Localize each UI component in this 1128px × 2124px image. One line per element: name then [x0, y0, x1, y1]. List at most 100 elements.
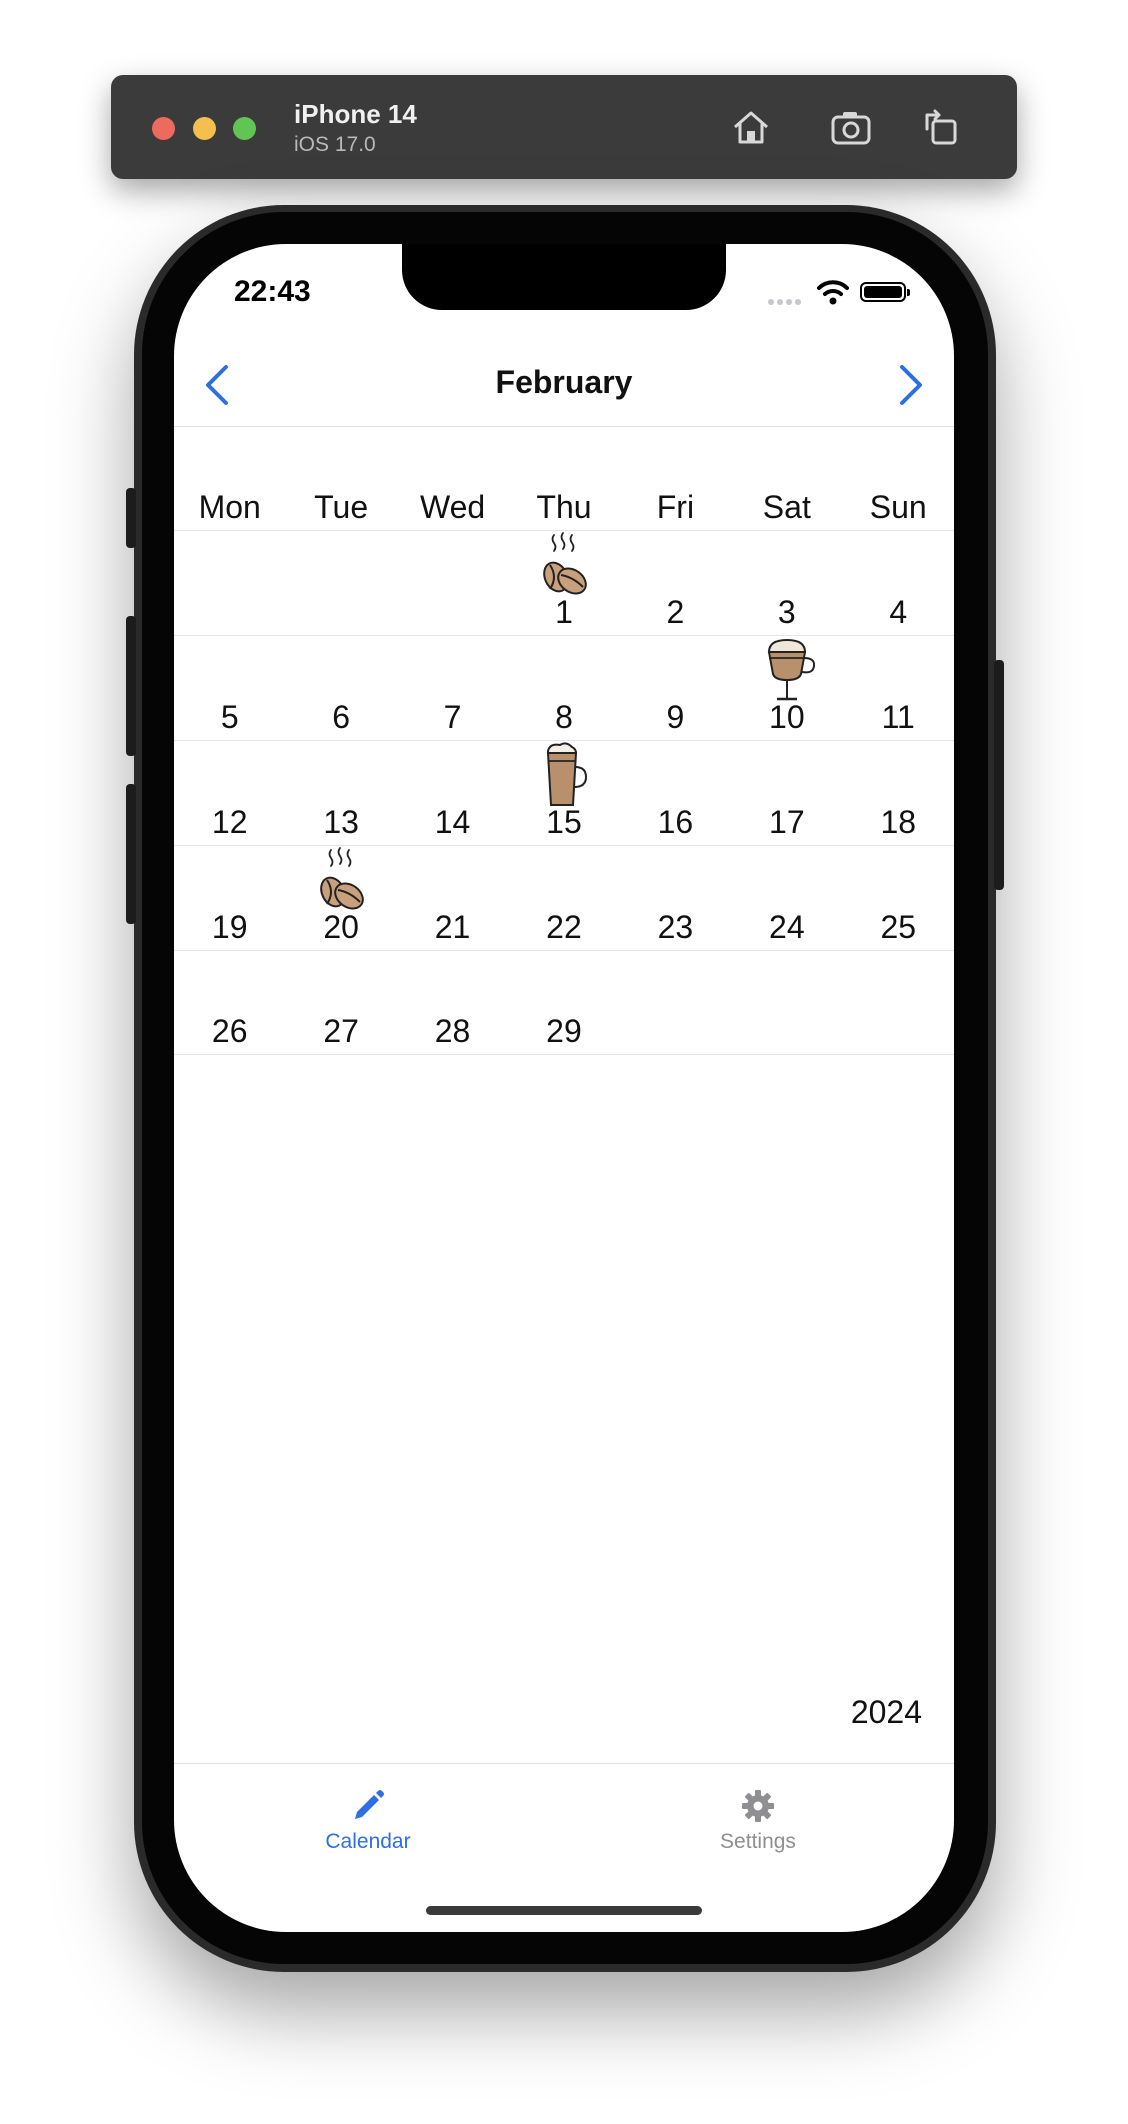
calendar-day-cell[interactable]: 23 — [620, 846, 731, 950]
coffee-beans-icon — [313, 846, 369, 914]
screenshot-icon[interactable] — [829, 105, 873, 149]
tab-label: Settings — [720, 1830, 796, 1853]
day-number: 27 — [323, 1013, 359, 1049]
month-navigation: February — [174, 344, 954, 427]
calendar-day-cell[interactable]: 6 — [285, 636, 396, 740]
calendar-day-cell[interactable]: 28 — [397, 951, 508, 1054]
weekday-label: Thu — [536, 489, 592, 525]
calendar-day-cell[interactable]: 14 — [397, 741, 508, 845]
day-number: 15 — [546, 804, 582, 840]
day-number: 23 — [657, 909, 694, 945]
calendar-day-cell[interactable]: 12 — [174, 741, 285, 845]
calendar-day-cell[interactable]: 15 — [508, 741, 619, 845]
calendar-day-cell[interactable]: 29 — [508, 951, 619, 1054]
calendar-week-row: 1 2 3 4 — [174, 530, 954, 635]
day-number: 22 — [546, 909, 582, 945]
calendar-day-cell[interactable]: 5 — [174, 636, 285, 740]
calendar-day-cell[interactable]: 18 — [843, 741, 954, 845]
day-number: 9 — [666, 699, 685, 735]
calendar-day-cell[interactable]: 8 — [508, 636, 619, 740]
day-number: 13 — [323, 804, 359, 840]
calendar-week-row: 19 20 21 22 23 24 25 — [174, 845, 954, 950]
phone-screen: 22:43 February Mon Tue Wed Thu Fri Sat S… — [174, 244, 954, 1932]
calendar-day-cell[interactable]: 13 — [285, 741, 396, 845]
calendar-day-cell[interactable]: 26 — [174, 951, 285, 1054]
calendar-day-cell[interactable]: 21 — [397, 846, 508, 950]
calendar-day-cell[interactable]: 11 — [843, 636, 954, 740]
calendar-empty-cell — [843, 951, 954, 1054]
tab-calendar[interactable]: Calendar — [268, 1774, 468, 1874]
calendar-day-cell[interactable]: 3 — [731, 531, 842, 635]
calendar-day-cell[interactable]: 24 — [731, 846, 842, 950]
coffee-beans-icon — [536, 531, 592, 599]
minimize-window-button[interactable] — [193, 117, 216, 140]
calendar-day-cell[interactable]: 19 — [174, 846, 285, 950]
calendar-empty-cell — [397, 531, 508, 635]
day-number: 4 — [889, 594, 908, 630]
chevron-right-icon — [900, 365, 922, 405]
simulator-toolbar: iPhone 14 iOS 17.0 — [111, 75, 1017, 179]
day-number: 21 — [434, 909, 471, 945]
tab-label: Calendar — [325, 1830, 411, 1853]
weekday-label: Sat — [762, 489, 811, 525]
calendar-empty-cell — [285, 531, 396, 635]
wifi-icon — [816, 278, 850, 306]
calendar-week-row: 26 27 28 29 — [174, 950, 954, 1055]
irish-coffee-glass-icon — [759, 636, 815, 704]
side-button — [994, 660, 1004, 890]
latte-glass-icon — [536, 741, 592, 809]
next-month-button[interactable] — [884, 358, 938, 412]
status-time: 22:43 — [234, 275, 311, 308]
close-window-button[interactable] — [152, 117, 175, 140]
calendar-empty-cell — [174, 531, 285, 635]
day-number: 7 — [443, 699, 462, 735]
day-number: 11 — [881, 699, 915, 735]
day-number: 12 — [211, 804, 248, 840]
day-number: 6 — [332, 699, 351, 735]
day-number: 28 — [434, 1013, 471, 1049]
cellular-signal-icon — [768, 292, 804, 310]
calendar-week-row: 5 6 7 8 9 10 11 — [174, 635, 954, 740]
calendar-day-cell[interactable]: 27 — [285, 951, 396, 1054]
calendar-day-cell[interactable]: 2 — [620, 531, 731, 635]
day-number: 3 — [777, 594, 796, 630]
day-number: 26 — [211, 1013, 248, 1049]
calendar-day-cell[interactable]: 22 — [508, 846, 619, 950]
month-title: February — [495, 364, 633, 400]
device-name: iPhone 14 — [294, 99, 417, 129]
day-number: 10 — [769, 699, 805, 735]
calendar-day-cell[interactable]: 4 — [843, 531, 954, 635]
calendar-day-cell[interactable]: 10 — [731, 636, 842, 740]
os-version: iOS 17.0 — [294, 133, 376, 156]
zoom-window-button[interactable] — [233, 117, 256, 140]
day-number: 19 — [211, 909, 248, 945]
day-number: 25 — [880, 909, 917, 945]
tab-settings[interactable]: Settings — [658, 1774, 858, 1874]
calendar-day-cell[interactable]: 17 — [731, 741, 842, 845]
rotate-icon[interactable] — [919, 105, 963, 149]
calendar-day-cell[interactable]: 16 — [620, 741, 731, 845]
volume-up-button — [126, 616, 136, 756]
weekday-label: Fri — [656, 489, 695, 525]
calendar-day-cell[interactable]: 20 — [285, 846, 396, 950]
calendar-day-cell[interactable]: 7 — [397, 636, 508, 740]
calendar-day-cell[interactable]: 9 — [620, 636, 731, 740]
calendar-grid: 1 2 3 4 5 6 7 8 9 10 11 12 13 14 15 16 17 18 19 20 21 22 23 24 2… — [174, 530, 954, 1055]
day-number: 24 — [769, 909, 805, 945]
calendar-day-cell[interactable]: 25 — [843, 846, 954, 950]
day-number: 2 — [666, 594, 685, 630]
status-icons — [768, 278, 918, 306]
day-number: 8 — [555, 699, 573, 735]
battery-icon — [860, 282, 910, 302]
weekday-label: Tue — [314, 489, 369, 525]
calendar-day-cell[interactable]: 1 — [508, 531, 619, 635]
pencil-icon — [350, 1788, 386, 1824]
day-number: 5 — [220, 699, 239, 735]
home-icon[interactable] — [729, 105, 773, 149]
weekday-label: Mon — [198, 489, 261, 525]
calendar-empty-cell — [731, 951, 842, 1054]
day-number: 16 — [657, 804, 694, 840]
weekday-label: Sun — [869, 489, 927, 525]
gear-icon — [740, 1788, 776, 1824]
day-number: 29 — [546, 1013, 582, 1049]
